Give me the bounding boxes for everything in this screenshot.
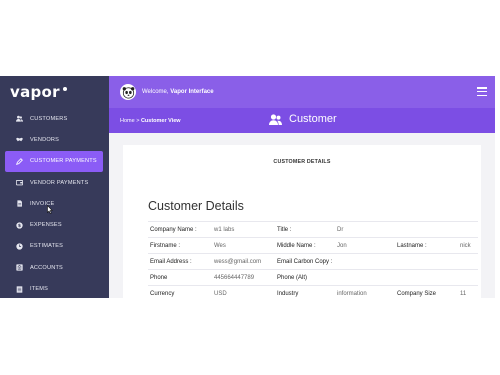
svg-text:$: $ (18, 223, 21, 229)
field-value: 445664447789 (212, 269, 275, 286)
welcome-prefix: Welcome, (142, 89, 169, 95)
document-icon (16, 200, 23, 207)
sidebar-item-expenses[interactable]: $ EXPENSES (0, 214, 109, 235)
details-title: Customer Details (148, 199, 244, 213)
sidebar-item-label: ACCOUNTS (30, 264, 63, 271)
sub-header: Home > Customer View Customer (109, 108, 495, 133)
page-title-text: Customer (289, 113, 337, 125)
table-row: Company Name : w1 labs Title : Dr (148, 221, 478, 238)
breadcrumb-home[interactable]: Home (120, 118, 135, 124)
clock-icon (16, 243, 23, 250)
field-value: nick (458, 237, 478, 254)
table-row: Firstname : Wes Middle Name : Jon Lastna… (148, 237, 478, 254)
customer-details-table: Company Name : w1 labs Title : Dr Firstn… (148, 221, 478, 298)
field-label: Email Address : (148, 253, 212, 270)
breadcrumb-separator: > (136, 117, 140, 124)
customer-details-card: CUSTOMER DETAILS Customer Details Compan… (123, 145, 481, 298)
users-icon (16, 115, 23, 122)
customer-details-panel: Customer Details Company Name : w1 labs … (137, 178, 481, 298)
field-value: USD (212, 285, 275, 298)
welcome-text: Welcome, Vapor Interface (142, 89, 214, 95)
sidebar-item-vendors[interactable]: VENDORS (0, 129, 109, 150)
field-value: Jon (335, 237, 395, 254)
sidebar-item-label: ESTIMATES (30, 243, 64, 250)
field-value: w1 labs (212, 221, 275, 238)
field-value (335, 269, 395, 286)
logo[interactable]: vapor (0, 76, 109, 108)
card-header: CUSTOMER DETAILS (273, 158, 331, 165)
mouse-pointer-icon (47, 205, 53, 214)
table-row: Currency USD Industry information Compan… (148, 285, 478, 298)
table-row: Email Address : wess@gmail.com Email Car… (148, 253, 478, 270)
field-label (395, 253, 458, 270)
breadcrumb: Home > Customer View (120, 118, 181, 124)
field-value: 11 (458, 285, 478, 298)
sidebar-item-customer-payments[interactable]: CUSTOMER PAYMENTS (5, 150, 103, 172)
avatar[interactable] (120, 84, 136, 100)
field-label: Company Size (395, 285, 458, 298)
sidebar-item-label: VENDORS (30, 136, 60, 143)
logo-text: vapor (10, 83, 60, 101)
field-label (395, 269, 458, 286)
hamburger-menu-icon[interactable] (477, 87, 487, 96)
handshake-icon (16, 136, 23, 143)
sidebar-item-vendor-payments[interactable]: VENDOR PAYMENTS (0, 172, 109, 193)
sidebar: vapor CUSTOMERS VENDORS CUSTOMER PAYMENT… (0, 76, 109, 298)
field-value (458, 269, 478, 286)
welcome-user-name: Vapor Interface (170, 89, 214, 95)
wallet-icon (16, 179, 23, 186)
field-value: wess@gmail.com (212, 253, 275, 270)
sidebar-item-label: CUSTOMER PAYMENTS (30, 158, 97, 165)
table-row: Phone 445664447789 Phone (Alt) (148, 269, 478, 286)
field-value: information (335, 285, 395, 298)
sidebar-nav: CUSTOMERS VENDORS CUSTOMER PAYMENTS VEND… (0, 108, 109, 298)
field-label: Firstname : (148, 237, 212, 254)
page-title: Customer (269, 113, 337, 125)
users-icon (269, 113, 282, 125)
field-value (458, 221, 478, 238)
panda-avatar-icon (122, 86, 134, 99)
sidebar-item-label: ITEMS (30, 286, 49, 293)
field-label: Lastname : (395, 237, 458, 254)
list-icon (16, 285, 23, 293)
main-content: Welcome, Vapor Interface Home > Customer… (109, 76, 495, 298)
top-bar: Welcome, Vapor Interface (109, 76, 495, 108)
app-window: vapor CUSTOMERS VENDORS CUSTOMER PAYMENT… (0, 76, 495, 298)
field-label: Currency (148, 285, 212, 298)
sidebar-item-customers[interactable]: CUSTOMERS (0, 108, 109, 129)
field-value (335, 253, 395, 270)
sidebar-item-accounts[interactable]: ACCOUNTS (0, 257, 109, 278)
sidebar-item-label: VENDOR PAYMENTS (30, 179, 89, 186)
pen-icon (16, 157, 23, 165)
sidebar-item-items[interactable]: ITEMS (0, 278, 109, 298)
field-label: Email Carbon Copy : (275, 253, 335, 270)
field-value: Wes (212, 237, 275, 254)
field-label: Industry (275, 285, 335, 298)
dollar-icon: $ (16, 221, 23, 229)
sidebar-item-label: CUSTOMERS (30, 115, 68, 122)
field-label: Title : (275, 221, 335, 238)
logo-dot (62, 86, 67, 91)
sidebar-item-invoice[interactable]: INVOICE (0, 193, 109, 214)
sidebar-item-estimates[interactable]: ESTIMATES (0, 236, 109, 257)
field-label: Phone (148, 269, 212, 286)
field-label: Middle Name : (275, 237, 335, 254)
field-label: Phone (Alt) (275, 269, 335, 286)
field-label: Company Name : (148, 221, 212, 238)
bank-icon (16, 264, 23, 271)
sidebar-item-label: EXPENSES (30, 222, 62, 229)
field-value (458, 253, 478, 270)
field-label (395, 221, 458, 238)
field-value: Dr (335, 221, 395, 238)
breadcrumb-current: Customer View (140, 117, 181, 124)
